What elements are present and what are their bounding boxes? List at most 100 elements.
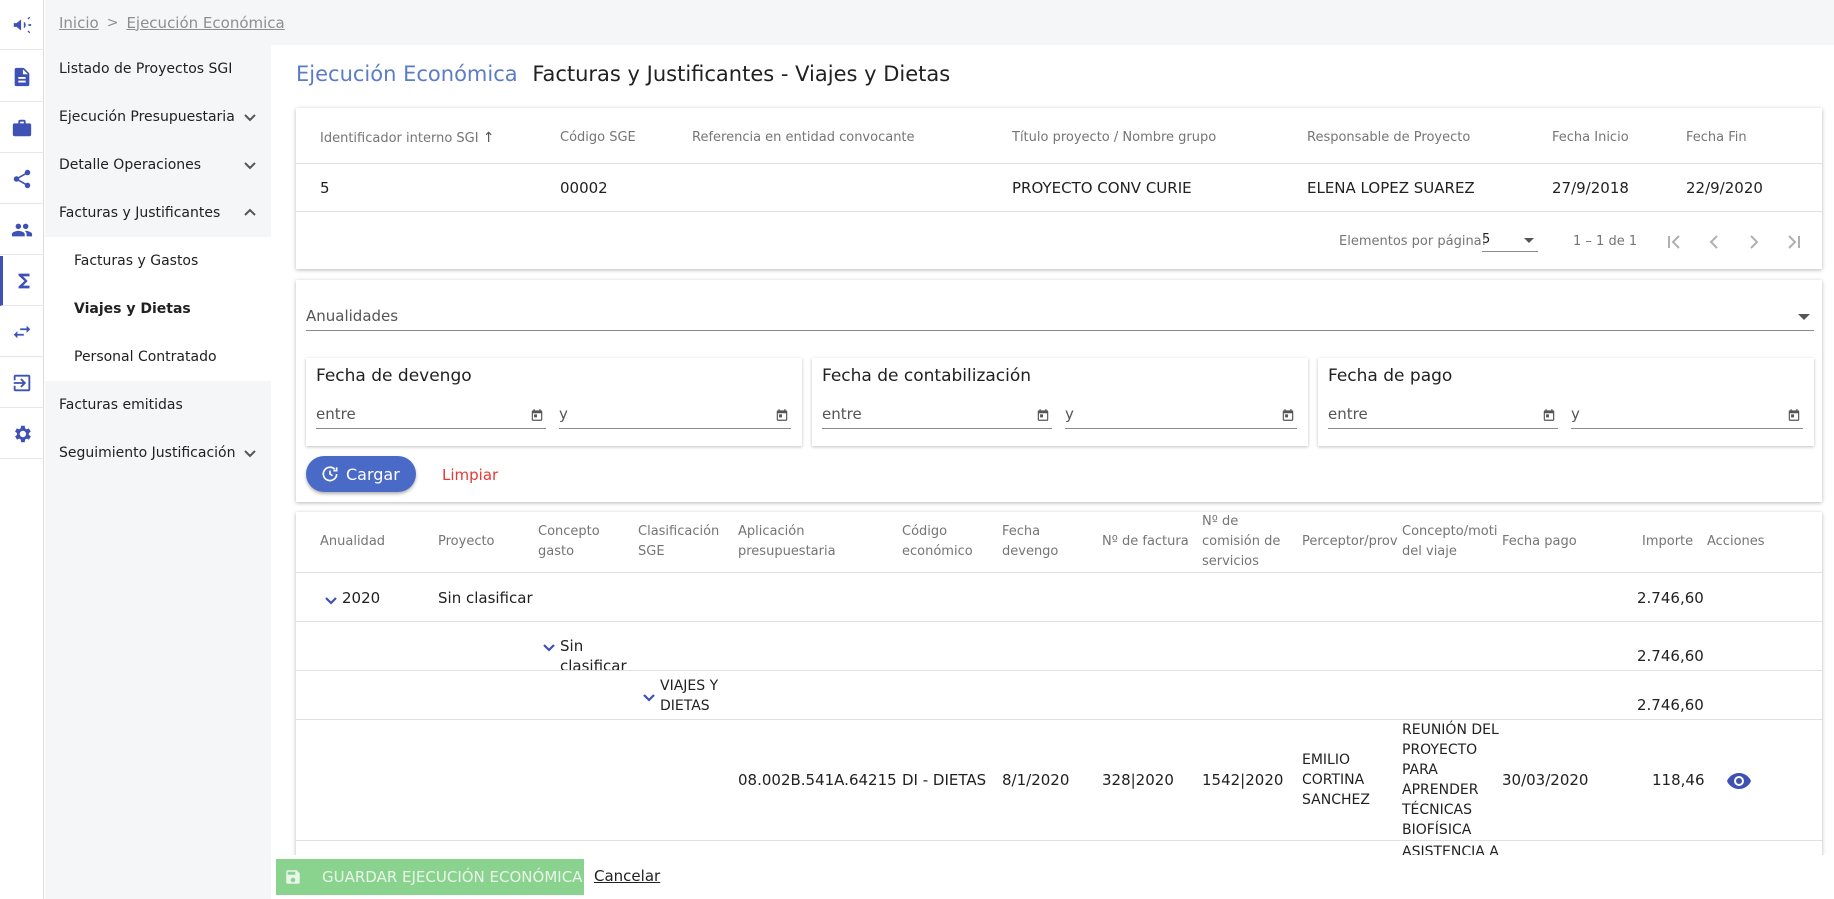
column-header-codigo-sge[interactable]: Código SGE <box>560 130 636 145</box>
megaphone-icon[interactable] <box>0 0 44 50</box>
document-icon[interactable] <box>0 52 44 102</box>
divider <box>296 211 1822 212</box>
page-range: 1 – 1 de 1 <box>1573 234 1638 249</box>
table-cell-importe: 2.746,60 <box>1637 696 1704 714</box>
column-header-titulo[interactable]: Título proyecto / Nombre grupo <box>1012 130 1216 145</box>
divider <box>296 719 1822 720</box>
project-table-card: Identificador interno SGI ↑ Código SGE R… <box>296 108 1822 269</box>
page-size-select[interactable]: 5 <box>1482 232 1538 252</box>
table-cell: 27/9/2018 <box>1552 179 1629 197</box>
divider <box>296 572 1822 573</box>
submenu-item-facturas-justificantes[interactable]: Facturas y Justificantes <box>45 189 271 237</box>
column-header-motivo[interactable]: Concepto/motiv del viaje <box>1402 522 1498 562</box>
calendar-icon[interactable] <box>1036 408 1050 422</box>
submenu-item-label: Facturas y Gastos <box>74 253 199 269</box>
fecha-devengo-desde-input[interactable]: entre <box>316 405 546 429</box>
table-cell-fecha-devengo: 8/1/2020 <box>1002 771 1070 789</box>
next-page-icon[interactable] <box>1742 230 1766 254</box>
column-header-perceptor[interactable]: Perceptor/prove <box>1302 532 1398 552</box>
column-header-referencia[interactable]: Referencia en entidad convocante <box>692 130 915 145</box>
submenu-item-seguimiento-justificacion[interactable]: Seguimiento Justificación <box>45 429 271 477</box>
group-year-toggle[interactable]: 2020 <box>324 588 380 608</box>
page-size-value: 5 <box>1482 232 1491 247</box>
column-header-factura[interactable]: Nº de factura <box>1102 532 1189 552</box>
table-cell-perceptor: EMILIO CORTINA SANCHEZ <box>1302 752 1370 808</box>
footer-actions: GUARDAR EJECUCIÓN ECONÓMICA Cancelar <box>271 855 1834 899</box>
anualidades-select[interactable]: Anualidades <box>306 307 1814 331</box>
section-submenu: Listado de Proyectos SGI Ejecución Presu… <box>45 45 271 899</box>
submenu-item-label: Ejecución Presupuestaria <box>59 109 235 125</box>
column-header-codigo-economico[interactable]: Código económico <box>902 522 973 562</box>
last-page-icon[interactable] <box>1782 230 1806 254</box>
anualidades-label: Anualidades <box>306 307 399 325</box>
fecha-pago-hasta-input[interactable]: y <box>1571 405 1803 429</box>
breadcrumb-separator: > <box>106 14 119 31</box>
table-cell: 22/9/2020 <box>1686 179 1763 197</box>
clear-button[interactable]: Limpiar <box>442 466 498 484</box>
load-button[interactable]: Cargar <box>306 456 416 492</box>
column-header-responsable[interactable]: Responsable de Proyecto <box>1307 130 1470 145</box>
dropdown-arrow-icon <box>1798 314 1810 320</box>
briefcase-icon[interactable] <box>0 103 44 153</box>
breadcrumb-home-link[interactable]: Inicio <box>59 14 99 32</box>
divider <box>296 163 1822 164</box>
page-title-main: Facturas y Justificantes - Viajes y Diet… <box>532 62 951 86</box>
column-header-comision[interactable]: Nº de comisión de servicios <box>1202 512 1280 572</box>
calendar-icon[interactable] <box>1542 408 1556 422</box>
chevron-down-icon <box>324 592 338 606</box>
filters-card: Anualidades Fecha de devengo entre y Fec… <box>296 280 1822 502</box>
column-header-concepto-gasto[interactable]: Concepto gasto <box>538 522 600 562</box>
calendar-icon[interactable] <box>1787 408 1801 422</box>
column-header-fecha-pago[interactable]: Fecha pago <box>1502 532 1577 552</box>
submenu-item-label: Viajes y Dietas <box>74 301 191 317</box>
column-header-fecha-fin[interactable]: Fecha Fin <box>1686 130 1747 145</box>
submenu-item-listado-proyectos[interactable]: Listado de Proyectos SGI <box>45 45 271 93</box>
calendar-icon[interactable] <box>1281 408 1295 422</box>
table-cell-comision: 1542|2020 <box>1202 771 1284 789</box>
column-header-aplicacion[interactable]: Aplicación presupuestaria <box>738 522 836 562</box>
column-header-fecha-inicio[interactable]: Fecha Inicio <box>1552 130 1629 145</box>
submenu-item-label: Seguimiento Justificación <box>59 445 236 461</box>
calendar-icon[interactable] <box>530 408 544 422</box>
share-icon[interactable] <box>0 154 44 204</box>
column-header-identificador[interactable]: Identificador interno SGI ↑ <box>320 130 494 146</box>
sigma-icon[interactable] <box>0 256 44 306</box>
column-header-anualidad[interactable]: Anualidad <box>320 532 385 552</box>
chevron-down-icon <box>243 158 257 172</box>
fecha-contabilizacion-desde-input[interactable]: entre <box>822 405 1052 429</box>
cancel-button[interactable]: Cancelar <box>594 867 660 885</box>
submenu-item-detalle-operaciones[interactable]: Detalle Operaciones <box>45 141 271 189</box>
chevron-down-icon <box>243 110 257 124</box>
table-cell-motivo: REUNIÓN DEL PROYECTO PARA APRENDER TÉCNI… <box>1402 722 1499 838</box>
breadcrumb-current-link[interactable]: Ejecución Económica <box>126 14 284 32</box>
calendar-icon[interactable] <box>775 408 789 422</box>
fecha-devengo-hasta-input[interactable]: y <box>559 405 791 429</box>
view-eye-icon[interactable] <box>1726 772 1752 790</box>
column-header-clasificacion-sge[interactable]: Clasificación SGE <box>638 522 719 562</box>
breadcrumb: Inicio > Ejecución Económica <box>45 0 1834 45</box>
column-header-proyecto[interactable]: Proyecto <box>438 532 495 552</box>
logout-icon[interactable] <box>0 358 44 408</box>
first-page-icon[interactable] <box>1662 230 1686 254</box>
fecha-contabilizacion-hasta-input[interactable]: y <box>1065 405 1297 429</box>
previous-page-icon[interactable] <box>1702 230 1726 254</box>
submenu-item-facturas-emitidas[interactable]: Facturas emitidas <box>45 381 271 429</box>
submenu-item-facturas-gastos[interactable]: Facturas y Gastos <box>45 237 271 285</box>
group-clasif-toggle[interactable]: VIAJES Y DIETAS <box>642 676 718 716</box>
table-cell-aplicacion: 08.002B.541A.64215 <box>738 771 897 789</box>
submenu-item-ejecucion-presupuestaria[interactable]: Ejecución Presupuestaria <box>45 93 271 141</box>
column-header-fecha-devengo[interactable]: Fecha devengo <box>1002 522 1058 562</box>
gear-icon[interactable] <box>0 409 44 459</box>
submenu-item-personal-contratado[interactable]: Personal Contratado <box>45 333 271 381</box>
table-cell-fecha-pago: 30/03/2020 <box>1502 771 1589 789</box>
people-icon[interactable] <box>0 205 44 255</box>
chevron-up-icon <box>243 206 257 220</box>
submenu-item-viajes-dietas[interactable]: Viajes y Dietas <box>45 285 271 333</box>
table-cell-factura: 328|2020 <box>1102 771 1174 789</box>
fecha-pago-desde-input[interactable]: entre <box>1328 405 1558 429</box>
save-button[interactable]: GUARDAR EJECUCIÓN ECONÓMICA <box>276 859 584 895</box>
chevron-down-icon <box>642 690 656 704</box>
column-header-importe[interactable]: Importe <box>1642 532 1693 552</box>
swap-icon[interactable] <box>0 307 44 357</box>
chevron-down-icon <box>243 446 257 460</box>
